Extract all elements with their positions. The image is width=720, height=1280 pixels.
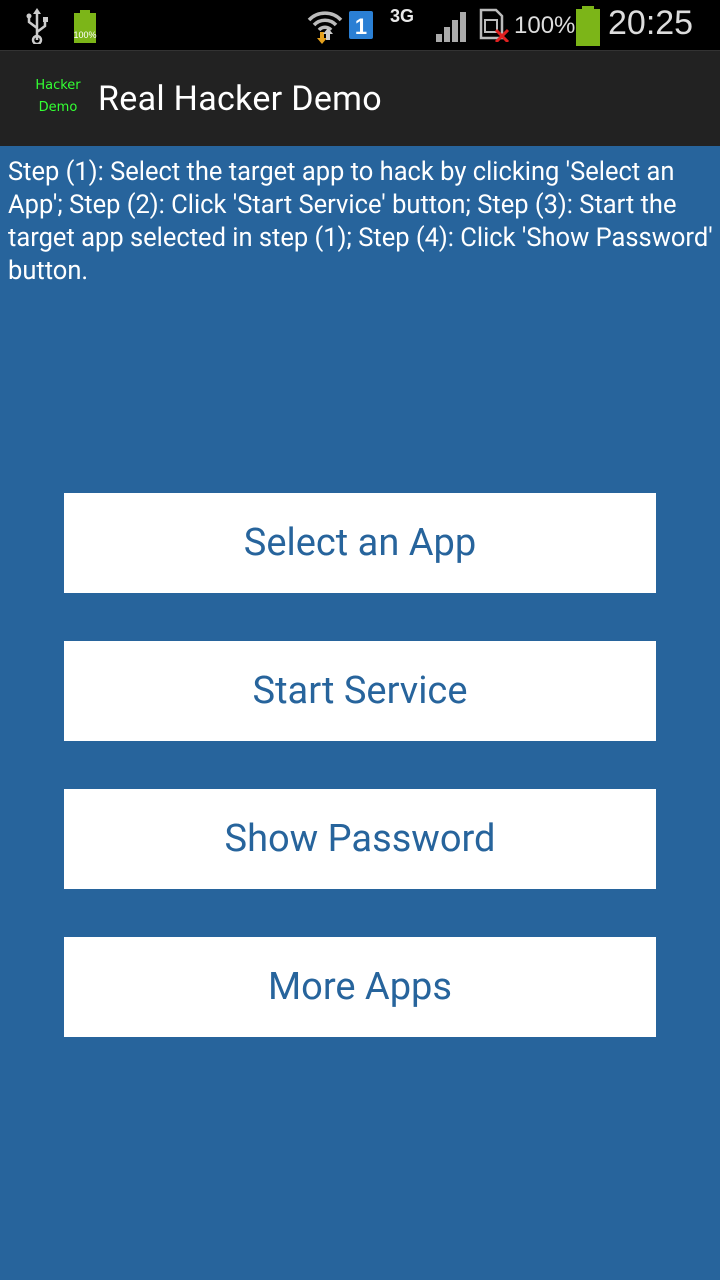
wifi-icon (307, 11, 343, 44)
app-icon[interactable]: Hacker Demo (28, 75, 88, 123)
action-bar: Hacker Demo Real Hacker Demo (0, 50, 720, 146)
app-icon-line1: Hacker (35, 78, 81, 93)
status-bar: 100% 1 3G 100% 20:25 (0, 0, 720, 50)
sim-1-icon: 1 (349, 11, 373, 39)
battery-small-label: 100% (73, 30, 97, 40)
signal-icon (436, 12, 466, 42)
no-sim-icon (479, 8, 510, 42)
battery-percent: 100% (514, 12, 576, 39)
clock: 20:25 (608, 4, 694, 42)
show-password-button[interactable]: Show Password (64, 789, 656, 889)
instructions-text: Step (1): Select the target app to hack … (8, 157, 713, 286)
network-type: 3G (390, 6, 415, 26)
start-service-button[interactable]: Start Service (64, 641, 656, 741)
battery-icon (576, 6, 600, 46)
more-apps-button[interactable]: More Apps (64, 937, 656, 1037)
app-icon-line2: Demo (38, 100, 78, 115)
usb-icon (26, 8, 48, 44)
app-title: Real Hacker Demo (98, 79, 382, 119)
svg-text:1: 1 (355, 14, 367, 39)
select-app-button[interactable]: Select an App (64, 493, 656, 593)
